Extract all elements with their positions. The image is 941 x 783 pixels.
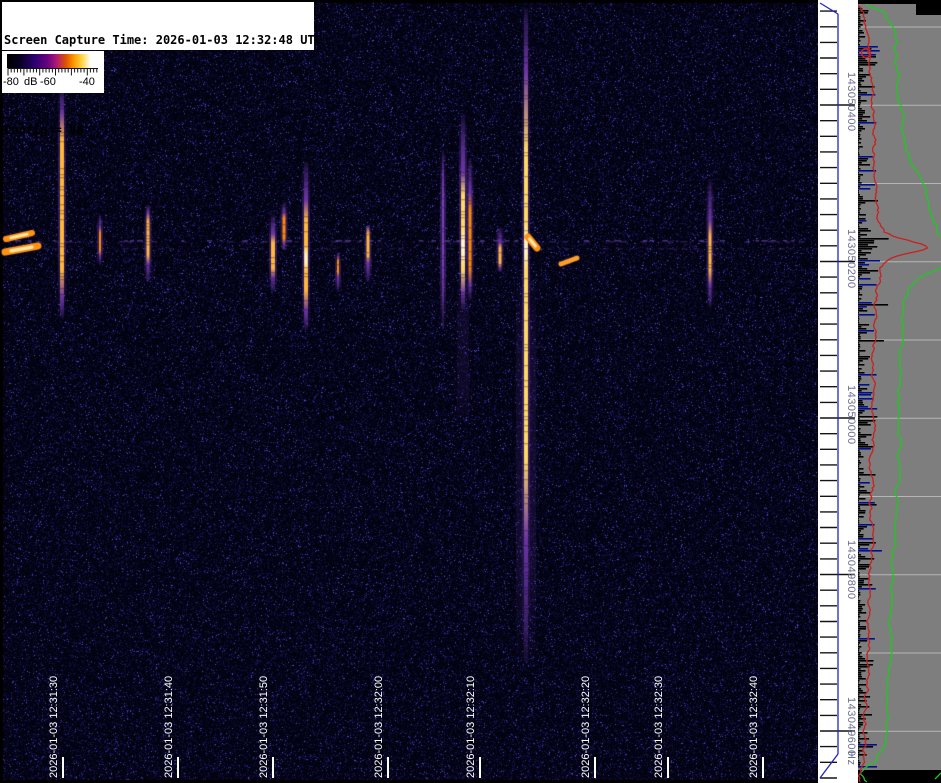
freq-tick-label: 143050000 [845,385,857,445]
time-tick-mark [387,757,389,778]
capture-time-text: Screen Capture Time: 2026-01-03 12:32:48… [4,33,312,48]
db-mid-label: -60 [40,76,56,88]
db-unit-label: dB [24,76,37,88]
time-tick-label: 2026-01-03 12:32:40 [748,676,760,778]
db-min-label: -80 [3,76,19,88]
spectrum-side-panel [858,0,941,783]
time-tick-label: 2026-01-03 12:32:20 [580,676,592,778]
time-tick-label: 2026-01-03 12:31:40 [163,676,175,778]
time-tick-mark [667,757,669,778]
time-tick-mark [177,757,179,778]
time-tick-label: 2026-01-03 12:32:10 [465,676,477,778]
time-tick-mark [272,757,274,778]
time-tick-label: 2026-01-03 12:32:30 [653,676,665,778]
freq-unit-label: Hz [845,751,857,765]
color-scale-box: -80 dB -60 -40 [2,51,104,93]
config-text: Config = V8 [4,123,312,138]
color-scale-labels: -80 dB -60 -40 [2,76,104,91]
spectrum-graph [858,0,941,783]
freq-tick-label: 143049800 [845,540,857,600]
time-tick-label: 2026-01-03 12:31:30 [48,676,60,778]
info-box: Screen Capture Time: 2026-01-03 12:32:48… [2,2,314,50]
time-tick-mark [479,757,481,778]
screen-capture: Screen Capture Time: 2026-01-03 12:32:48… [0,0,941,783]
time-tick-mark [762,757,764,778]
time-tick-mark [62,757,64,778]
freq-tick-label: 143050200 [845,229,857,289]
db-max-label: -40 [79,76,95,88]
frequency-axis: 143050400 143050200 143050000 143049800 1430… [818,0,858,783]
freq-tick-label: 143050400 [845,72,857,132]
color-scale-gradient [7,54,98,68]
time-tick-label: 2026-01-03 12:31:50 [258,676,270,778]
freq-tick-label: 143049600 [845,697,857,757]
time-tick-mark [594,757,596,778]
time-tick-label: 2026-01-03 12:32:00 [373,676,385,778]
